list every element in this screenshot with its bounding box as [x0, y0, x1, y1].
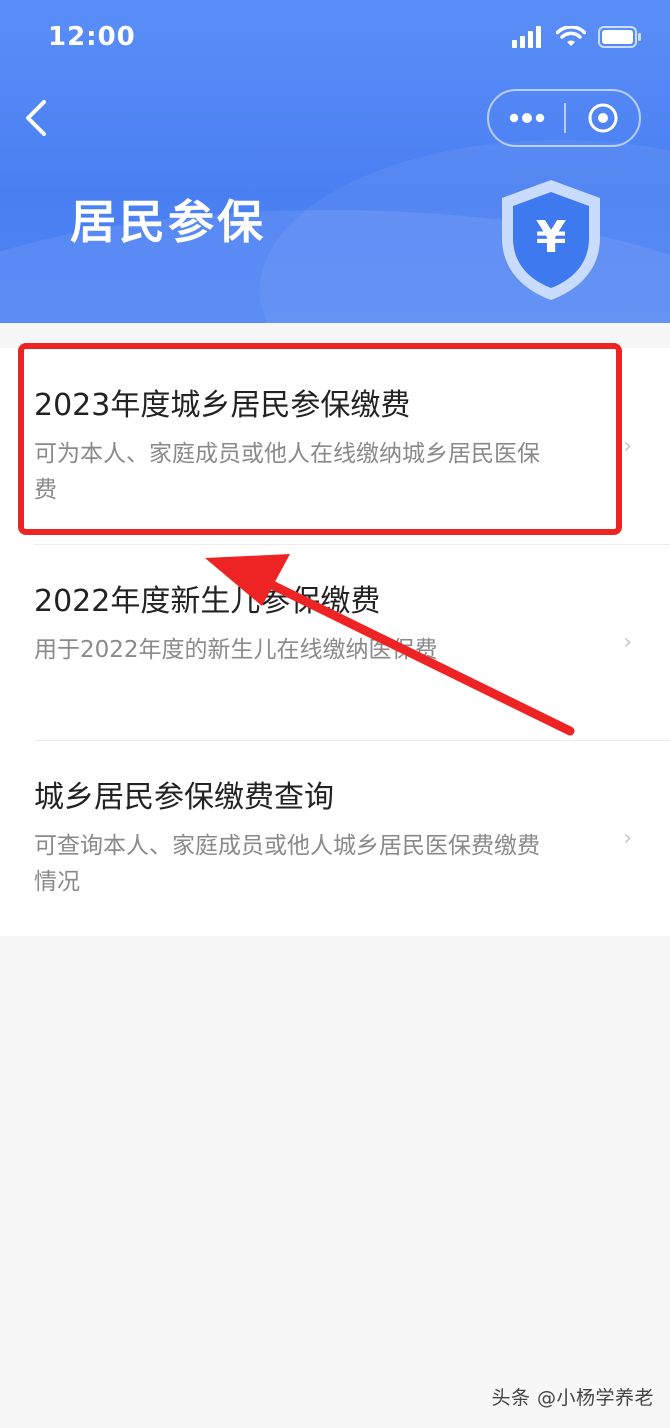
close-button[interactable] [566, 91, 639, 145]
target-close-icon [588, 103, 617, 133]
more-dots-icon [509, 113, 544, 123]
mini-program-capsule [487, 89, 641, 147]
wifi-icon [556, 26, 586, 46]
item-desc: 用于2022年度的新生儿在线缴纳医保费 [34, 637, 438, 663]
watermark: 头条 @小杨学养老 [491, 1387, 654, 1409]
chevron-right-icon: › [623, 826, 632, 851]
shield-yen-icon: ¥ [502, 180, 600, 300]
shield-yen-symbol: ¥ [536, 212, 567, 263]
header-wave [260, 140, 670, 323]
list-item-payment-query[interactable]: 城乡居民参保缴费查询 可查询本人、家庭成员或他人城乡居民医保费缴费情况 › [0, 740, 670, 936]
status-icons [512, 26, 642, 48]
battery-icon [598, 26, 641, 48]
header-banner: 12:00 居民参保 ¥ [0, 0, 670, 323]
list-item-2022-newborn[interactable]: 2022年度新生儿参保缴费 用于2022年度的新生儿在线缴纳医保费 › [0, 544, 670, 740]
page-title: 居民参保 [70, 195, 266, 249]
status-time: 12:00 [48, 22, 136, 52]
back-button[interactable] [18, 96, 58, 140]
chevron-right-icon: › [623, 434, 632, 459]
chevron-right-icon: › [623, 630, 632, 655]
signal-icon [512, 26, 541, 48]
item-title: 2022年度新生儿参保缴费 [34, 584, 381, 619]
item-desc: 可查询本人、家庭成员或他人城乡居民医保费缴费情况 [34, 833, 540, 895]
more-button[interactable] [489, 91, 564, 145]
back-chevron-icon [26, 100, 46, 136]
item-title: 城乡居民参保缴费查询 [34, 780, 334, 815]
annotation-highlight-box [18, 343, 622, 535]
